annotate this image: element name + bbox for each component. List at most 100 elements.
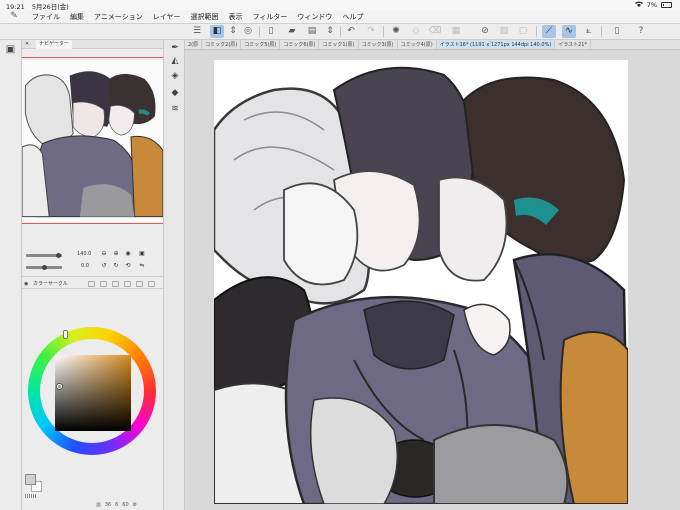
navigator-controls: 140.0 ⊖ ⊕ ◉ ▣ 0.0 ↺ ↻ ⟲ ⇋ <box>22 249 163 274</box>
panel-close-icon[interactable]: ✕ <box>25 40 29 49</box>
crop-icon[interactable]: ▢ <box>516 25 530 38</box>
flip-horizontal-icon[interactable]: ⇋ <box>138 262 146 270</box>
layer-stack-icon[interactable]: ≋ <box>169 104 181 115</box>
intermediate-color-tab-icon[interactable] <box>112 281 119 287</box>
color-panel: ◉ カラーサークル ▥ 36 6 60 ⚙ <box>22 276 163 510</box>
zoom-value: 140.0 <box>77 251 92 257</box>
app-window: 19:21 5月26日(金) 7% ✎ ファイル 編集 アニメーション レイヤー… <box>0 0 680 510</box>
menu-animation[interactable]: アニメーション <box>89 10 148 24</box>
save-icon[interactable]: ▤ <box>305 25 319 38</box>
menu-edit[interactable]: 編集 <box>65 10 89 24</box>
wifi-icon <box>634 1 643 9</box>
navigator-header: ✕ ナビゲーター <box>22 40 163 49</box>
fill-icon[interactable]: ▦ <box>449 25 463 38</box>
tab-doc[interactable]: 2(原 <box>185 40 203 49</box>
color-picker-knob[interactable] <box>57 384 62 389</box>
hamburger-menu-icon[interactable]: ☰ <box>190 25 204 38</box>
tab-doc-active[interactable]: イラスト16* (1191 x 1271px 144dpi 140.0%) <box>436 40 556 49</box>
tab-doc[interactable]: コミック4(原) <box>398 40 437 49</box>
menu-selection[interactable]: 選択範囲 <box>186 10 224 24</box>
rotate-reset-icon[interactable]: ⟲ <box>124 262 132 270</box>
menu-view[interactable]: 表示 <box>224 10 248 24</box>
redo-icon[interactable]: ↷ <box>364 25 378 38</box>
tab-doc[interactable]: コミック1(原) <box>319 40 359 49</box>
drawing-canvas[interactable] <box>214 60 628 504</box>
updown-icon-2[interactable]: ⇕ <box>323 25 337 38</box>
reset-zoom-icon[interactable]: ▣ <box>138 250 146 258</box>
approximate-color-tab-icon[interactable] <box>124 281 131 287</box>
hue-ring-knob[interactable] <box>63 330 68 339</box>
color-wheel-icon[interactable]: ◎ <box>241 25 255 38</box>
menu-help[interactable]: ヘルプ <box>337 10 368 24</box>
color-panel-header: ◉ カラーサークル <box>22 279 163 289</box>
layer-toggle-icon[interactable]: ◧ <box>210 25 224 38</box>
viewport-indicator-bottom <box>22 223 163 224</box>
navigator-title: ナビゲーター <box>36 40 73 49</box>
saturation-value: 6 <box>115 502 119 508</box>
layers-panel-icon[interactable]: ▣ <box>4 43 17 56</box>
tab-doc[interactable]: コミック3(原) <box>359 40 398 49</box>
fit-view-icon[interactable]: ◉ <box>124 250 132 258</box>
tab-doc[interactable]: イラスト21* <box>555 40 591 49</box>
main-color-swatch[interactable] <box>25 474 36 485</box>
eraser-tool-icon[interactable]: ◈ <box>169 71 181 82</box>
hue-value: 36 <box>104 502 112 508</box>
curve-snap-icon[interactable]: ∿ <box>562 25 576 38</box>
transform-icon[interactable]: ◇ <box>409 25 423 38</box>
color-history-tab-icon[interactable] <box>136 281 143 287</box>
rotate-right-icon[interactable]: ↻ <box>112 262 120 270</box>
menu-filter[interactable]: フィルター <box>248 10 293 24</box>
loading-icon[interactable]: ✺ <box>389 25 403 38</box>
transparent-color-swatch[interactable] <box>25 494 36 498</box>
menu-file[interactable]: ファイル <box>27 10 65 24</box>
left-icon-column: ▣ <box>0 40 22 510</box>
rotate-left-icon[interactable]: ↺ <box>100 262 108 270</box>
brightness-value: 60 <box>122 502 129 508</box>
battery-percent: 7% <box>646 1 657 9</box>
main-sub-color-swatches <box>24 473 44 499</box>
zoom-out-icon[interactable]: ⊖ <box>100 250 108 258</box>
zoom-in-icon[interactable]: ⊕ <box>112 250 120 258</box>
navigator-panel: ✕ ナビゲーター 140.0 ⊖ ⊕ ◉ ▣ 0.0 ↺ ↻ ⟲ ⇋ <box>22 40 163 276</box>
new-document-icon[interactable]: ▯ <box>264 25 278 38</box>
hsv-icon[interactable]: ▥ <box>96 502 101 508</box>
saturation-brightness-square[interactable] <box>55 355 131 431</box>
fill-tool-icon[interactable]: ◆ <box>169 88 181 99</box>
open-folder-icon[interactable]: ▰ <box>285 25 299 38</box>
menu-window[interactable]: ウィンドウ <box>292 10 337 24</box>
ink-tool-icon[interactable]: ◭ <box>169 56 181 67</box>
selection-invert-icon[interactable]: ▨ <box>497 25 511 38</box>
color-circle-tab-icon[interactable]: ◉ <box>24 279 28 289</box>
clip-studio-logo-icon[interactable]: ✎ <box>7 11 21 22</box>
battery-icon <box>661 2 672 8</box>
color-panel-title: カラーサークル <box>33 281 68 287</box>
tab-doc[interactable]: コミック6(原) <box>280 40 320 49</box>
rotation-slider-knob[interactable] <box>42 265 47 270</box>
ios-status-bar: 19:21 5月26日(金) 7% <box>0 0 680 11</box>
menu-layer[interactable]: レイヤー <box>148 10 186 24</box>
help-icon[interactable]: ? <box>634 25 648 38</box>
sub-view-tab-icon[interactable] <box>148 281 155 287</box>
rotation-value: 0.0 <box>81 263 89 269</box>
navigator-thumbnail[interactable] <box>22 60 163 222</box>
perspective-snap-icon[interactable]: ⟀ <box>582 25 596 38</box>
zoom-slider-knob[interactable] <box>56 253 61 258</box>
command-bar: ☰ ◧ ⇕ ◎ ▯ ▰ ▤ ⇕ ↶ ↷ ✺ ◇ ⌫ ▦ ⊘ ▨ ▢ ⟋ ∿ ⟀ … <box>0 24 680 40</box>
hsv-readout: ▥ 36 6 60 ⚙ <box>96 502 137 508</box>
color-set-tab-icon[interactable] <box>100 281 107 287</box>
device-icon[interactable]: ▯ <box>610 25 624 38</box>
pen-tool-icon[interactable]: ✒ <box>169 43 181 54</box>
tab-doc[interactable]: コミック2(原) <box>202 40 242 49</box>
viewport-indicator-top <box>22 57 163 58</box>
menu-bar: ✎ ファイル 編集 アニメーション レイヤー 選択範囲 表示 フィルター ウィン… <box>0 10 680 24</box>
color-slider-tab-icon[interactable] <box>88 281 95 287</box>
clear-icon[interactable]: ⌫ <box>428 25 442 38</box>
updown-icon[interactable]: ⇕ <box>226 25 240 38</box>
undo-icon[interactable]: ↶ <box>344 25 358 38</box>
color-settings-icon[interactable]: ⚙ <box>133 502 137 508</box>
ruler-snap-icon[interactable]: ⟋ <box>542 25 556 38</box>
tab-doc[interactable]: コミック5(原) <box>241 40 281 49</box>
no-selection-icon[interactable]: ⊘ <box>478 25 492 38</box>
document-tab-bar: 2(原 コミック2(原) コミック5(原) コミック6(原) コミック1(原) … <box>185 40 680 50</box>
canvas-area[interactable] <box>185 51 680 510</box>
